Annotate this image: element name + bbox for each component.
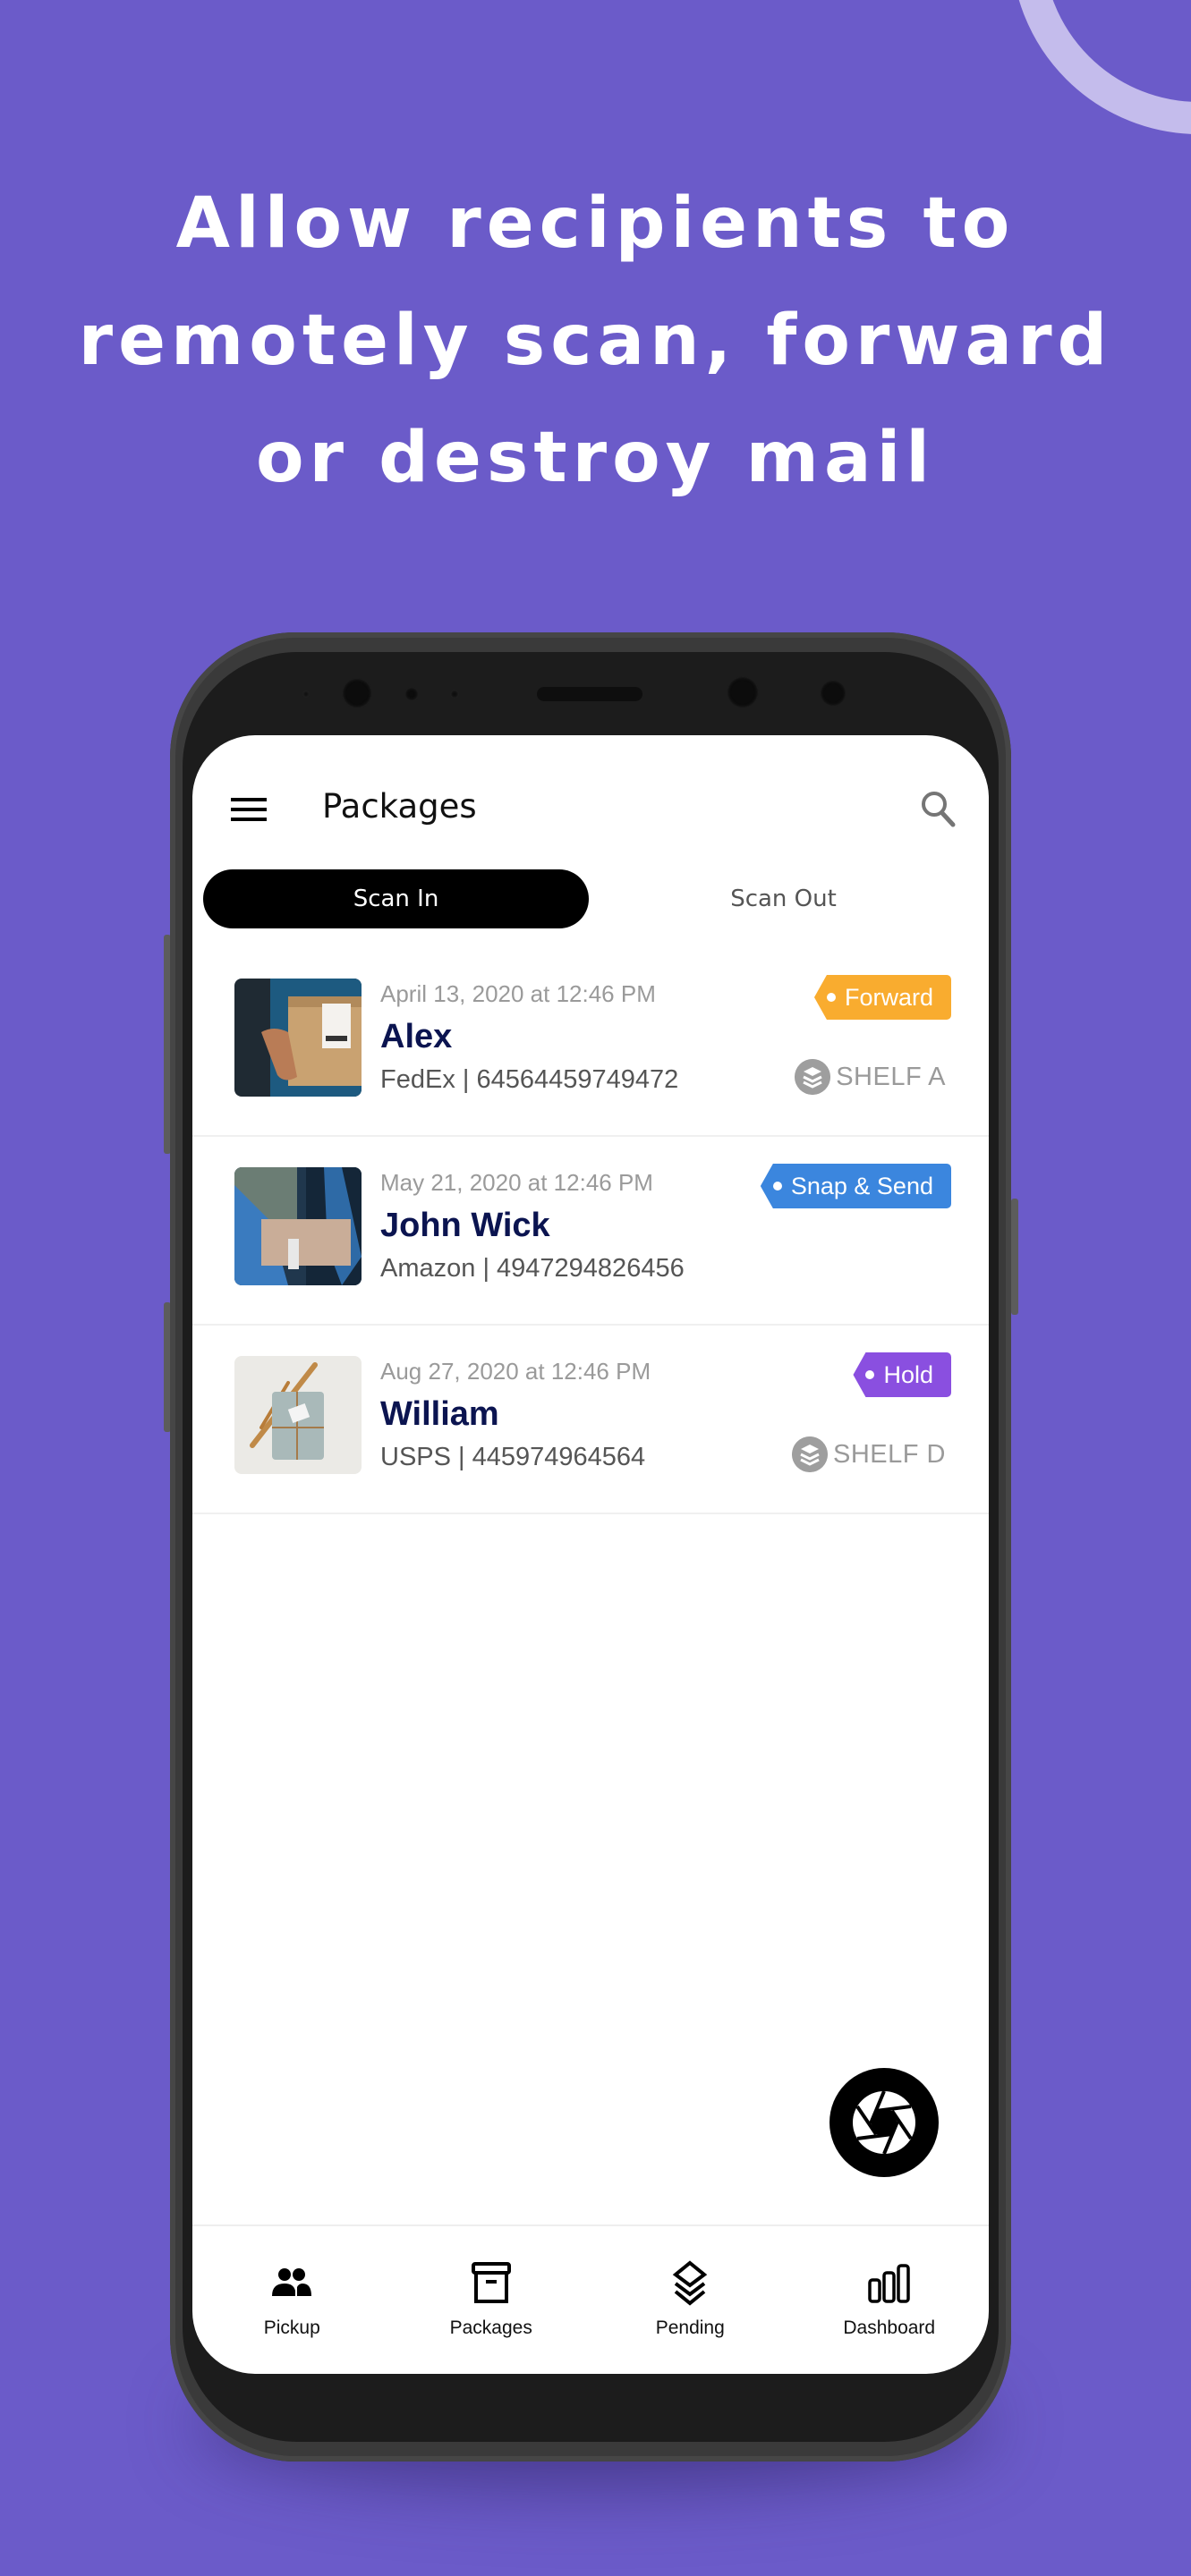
- front-camera: [342, 678, 372, 708]
- headline-line-2: remotely scan, forward: [78, 301, 1113, 381]
- package-list: April 13, 2020 at 12:46 PM Alex FedEx | …: [192, 948, 989, 1514]
- carrier-tracking: USPS | 445974964564: [380, 1443, 646, 1471]
- shelf-label: SHELF D: [833, 1439, 946, 1469]
- headline-line-3: or destroy mail: [255, 418, 936, 498]
- status-badge-hold: Hold: [853, 1352, 951, 1397]
- sensor-dot: [302, 691, 310, 698]
- nav-packages[interactable]: Packages: [392, 2226, 591, 2374]
- shelf-stack-icon: [792, 1436, 829, 1472]
- carrier-tracking: FedEx | 64564459749472: [380, 1065, 679, 1094]
- nav-label: Packages: [449, 2318, 532, 2338]
- hamburger-menu-icon[interactable]: [231, 798, 267, 821]
- phone-screen: Packages Scan In Scan Out April 13, 2020…: [192, 735, 989, 2374]
- nav-pickup[interactable]: Pickup: [192, 2226, 392, 2374]
- package-handoff-photo: [234, 1167, 362, 1285]
- nav-dashboard[interactable]: Dashboard: [790, 2226, 990, 2374]
- search-icon[interactable]: [919, 789, 957, 828]
- earpiece-speaker: [537, 687, 642, 701]
- people-icon: [272, 2268, 312, 2296]
- recipient-name: John Wick: [380, 1207, 550, 1244]
- headline-line-1: Allow recipients to: [175, 183, 1016, 264]
- wrapped-parcel-photo: [234, 1356, 362, 1474]
- recipient-name: William: [380, 1395, 499, 1433]
- camera-scan-button[interactable]: [829, 2068, 939, 2177]
- shelf-location: SHELF D: [792, 1436, 946, 1472]
- nav-label: Pickup: [263, 2318, 320, 2338]
- front-sensor: [820, 680, 846, 707]
- layers-icon: [673, 2260, 708, 2306]
- tab-scan-out[interactable]: Scan Out: [591, 869, 976, 928]
- package-row[interactable]: Aug 27, 2020 at 12:46 PM William USPS | …: [192, 1326, 989, 1514]
- camera-shutter-icon: [853, 2090, 915, 2155]
- recipient-name: Alex: [380, 1018, 453, 1055]
- iris-scanner: [727, 676, 759, 708]
- bar-chart-icon: [868, 2264, 910, 2303]
- nav-label: Pending: [655, 2318, 725, 2338]
- shelf-label: SHELF A: [836, 1062, 946, 1091]
- tab-scan-in[interactable]: Scan In: [203, 869, 589, 928]
- sensor-dot: [450, 690, 459, 699]
- carrier-tracking: Amazon | 4947294826456: [380, 1254, 685, 1283]
- nav-pending[interactable]: Pending: [591, 2226, 790, 2374]
- package-date: April 13, 2020 at 12:46 PM: [380, 980, 656, 1007]
- shelf-stack-icon: [795, 1059, 831, 1095]
- nav-label: Dashboard: [843, 2318, 936, 2338]
- package-date: Aug 27, 2020 at 12:46 PM: [380, 1358, 651, 1385]
- archive-box-icon: [471, 2262, 511, 2303]
- status-badge-forward: Forward: [813, 975, 951, 1020]
- package-row[interactable]: May 21, 2020 at 12:46 PM John Wick Amazo…: [192, 1137, 989, 1326]
- shelf-location: SHELF A: [795, 1059, 946, 1095]
- package-row[interactable]: April 13, 2020 at 12:46 PM Alex FedEx | …: [192, 948, 989, 1137]
- bottom-navigation: Pickup Packages Pending Dashboard: [192, 2224, 989, 2374]
- page-title: Packages: [322, 787, 477, 826]
- decorative-ring: [1011, 0, 1191, 134]
- phone-power-button: [1011, 1199, 1018, 1315]
- person-holding-box-photo: [234, 979, 362, 1097]
- package-date: May 21, 2020 at 12:46 PM: [380, 1169, 653, 1196]
- headline: Allow recipients to remotely scan, forwa…: [0, 165, 1191, 517]
- status-badge-snap-send: Snap & Send: [760, 1164, 951, 1208]
- sensor-dot: [404, 687, 419, 701]
